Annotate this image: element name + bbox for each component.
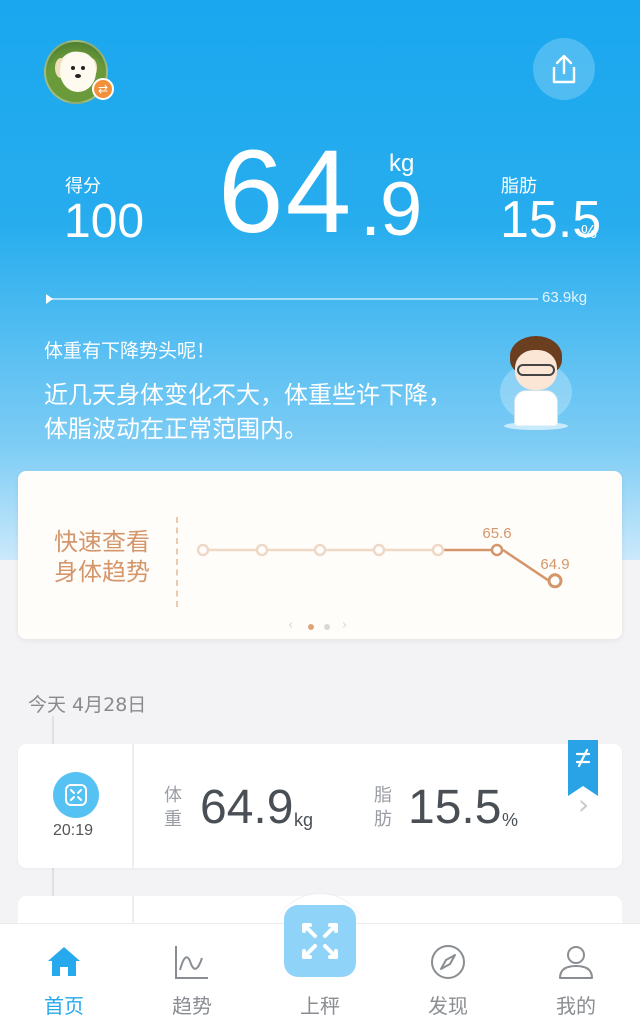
trend-point-label: 64.9	[540, 556, 569, 573]
weigh-record-card[interactable]: 20:19 体重 64.9 kg 脂肪 15.5 % ›	[18, 740, 622, 868]
trend-point	[490, 543, 504, 557]
tab-home[interactable]: 首页	[0, 924, 128, 1033]
weight-decimal-point: .	[360, 167, 382, 252]
tab-home-label: 首页	[44, 994, 84, 1018]
date-label: 今天 4月28日	[28, 694, 147, 716]
tab-trend[interactable]: 趋势	[128, 924, 256, 1033]
tab-trend-label: 趋势	[172, 994, 212, 1018]
scale-icon	[302, 923, 338, 959]
home-icon	[48, 947, 80, 976]
chevron-right-icon[interactable]: ›	[578, 788, 589, 821]
record-weight-value: 64.9	[200, 781, 294, 834]
weight-decimal[interactable]: 9	[380, 166, 422, 253]
fat-unit: %	[581, 222, 598, 242]
mascot-glasses	[517, 364, 555, 376]
trend-point	[372, 543, 386, 557]
flag-icon[interactable]	[568, 740, 598, 796]
mini-trend-chart: 65.6 64.9	[196, 525, 570, 589]
mascot-base	[504, 422, 568, 430]
record-fat-value: 15.5	[408, 781, 502, 834]
weigh-button[interactable]	[284, 905, 356, 977]
trend-point-label: 65.6	[482, 525, 511, 542]
record-time-column: 20:19	[18, 744, 134, 868]
body-summary: 近几天身体变化不大，体重些许下降，体脂波动在正常范围内。	[44, 381, 452, 443]
pager-next-icon[interactable]: ›	[342, 619, 347, 633]
record-fat-unit: %	[502, 810, 519, 830]
score-value[interactable]: 100	[64, 194, 144, 249]
record-fat-label: 脂肪	[374, 785, 392, 830]
compass-icon	[431, 945, 465, 979]
doctor-mascot-icon[interactable]	[500, 334, 572, 430]
mascot-body	[514, 390, 558, 426]
goal-progress-bar	[52, 298, 538, 300]
tab-me[interactable]: 我的	[512, 924, 640, 1033]
goal-weight: 63.9kg	[542, 289, 588, 306]
swap-icon[interactable]: ⇄	[92, 78, 114, 100]
record-time: 20:19	[53, 822, 94, 839]
dog-eye-left	[71, 66, 75, 70]
scale-icon	[53, 772, 99, 818]
pager[interactable]: ‹ ›	[288, 619, 352, 633]
trend-point	[255, 543, 269, 557]
weight-unit: kg	[389, 150, 415, 177]
tab-discover[interactable]: 发现	[384, 924, 512, 1033]
tab-weigh-label: 上秤	[300, 994, 340, 1018]
trend-point	[547, 573, 563, 589]
dog-nose	[75, 74, 81, 78]
pager-prev-icon[interactable]: ‹	[288, 619, 293, 633]
share-icon	[552, 54, 576, 84]
pager-dot-1[interactable]	[308, 624, 314, 630]
trend-message: 体重有下降势头呢！	[44, 340, 216, 362]
user-icon	[559, 946, 593, 979]
weight-integer[interactable]: 64	[218, 124, 353, 260]
trend-icon	[175, 946, 208, 979]
record-weight-label: 体重	[164, 785, 182, 830]
record-weight-unit: kg	[294, 810, 314, 830]
trend-point	[313, 543, 327, 557]
quick-trend-card[interactable]: 快速查看 身体趋势 65.6 64.9 ‹ ›	[18, 471, 622, 639]
pager-dot-2[interactable]	[324, 624, 330, 630]
tab-discover-label: 发现	[428, 994, 468, 1018]
tab-me-label: 我的	[556, 994, 596, 1018]
trend-point	[431, 543, 445, 557]
share-button[interactable]	[533, 38, 595, 100]
dog-eye-right	[81, 66, 85, 70]
trend-point	[196, 543, 210, 557]
dog-face	[60, 52, 96, 92]
